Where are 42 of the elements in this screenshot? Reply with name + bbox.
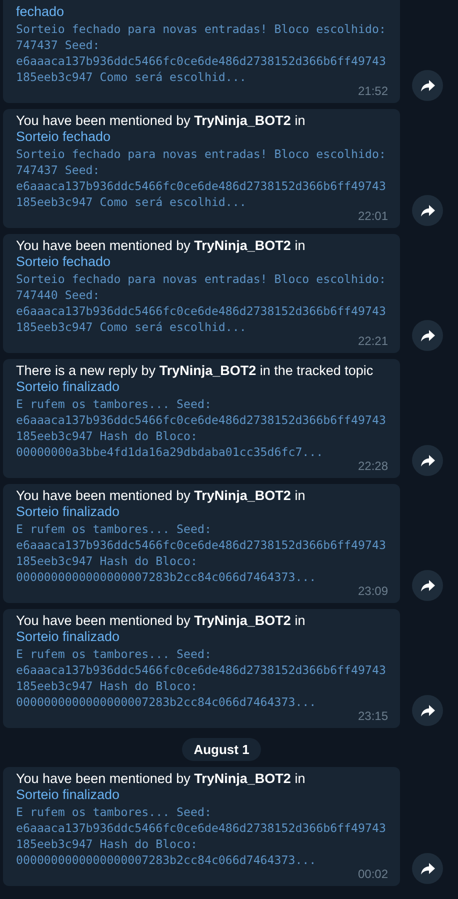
message-preview: Sorteio fechado para novas entradas! Bloco escolhido: 747440 Seed: e6aaaca137b936ddc5466fc0ce6de486d2738152d366b6ff49743185eeb3c947 Como será escolhid... bbox=[16, 271, 387, 335]
message-time: 21:52 bbox=[358, 85, 388, 98]
forward-icon bbox=[420, 454, 434, 466]
message-preview: E rufem os tambores... Seed: e6aaaca137b936ddc5466fc0ce6de486d2738152d366b6ff49743185eeb3c947 Hash do Bloco: 00000000a3bbe4fd1da16a29dbdaba01cc35d6fc7... bbox=[16, 396, 387, 460]
forward-button[interactable] bbox=[412, 853, 443, 884]
notification-text: You have been mentioned by TryNinja_BOT2 in Sorteio fechado bbox=[16, 113, 306, 145]
forward-icon bbox=[420, 330, 434, 342]
notification-text: You have been mentioned by TryNinja_BOT2 in Sorteio finalizado bbox=[16, 488, 306, 520]
topic-link[interactable]: Sorteio finalizado bbox=[16, 379, 120, 394]
message-time: 23:15 bbox=[358, 710, 388, 723]
topic-link[interactable]: Sorteio finalizado bbox=[16, 787, 120, 802]
message-time: 22:21 bbox=[358, 335, 388, 348]
message-preview: E rufem os tambores... Seed: e6aaaca137b936ddc5466fc0ce6de486d2738152d366b6ff49743185eeb3c947 Hash do Bloco: 0000000000000000007283b2cc84c066d7464373... bbox=[16, 521, 387, 585]
notification-text: You have been mentioned by TryNinja_BOT2 in Sorteio fechado bbox=[16, 238, 306, 270]
date-separator: August 1 bbox=[182, 738, 262, 761]
topic-link[interactable]: Sorteio fechado bbox=[16, 129, 111, 144]
topic-link[interactable]: Sorteio finalizado bbox=[16, 629, 120, 644]
forward-button[interactable] bbox=[412, 195, 443, 226]
forward-button[interactable] bbox=[412, 695, 443, 726]
forward-icon bbox=[420, 580, 434, 592]
forward-button[interactable] bbox=[412, 445, 443, 476]
message-time: 22:01 bbox=[358, 210, 388, 223]
notification-text: There is a new reply by TryNinja_BOT2 in the tracked topic Sorteio finalizado bbox=[16, 363, 374, 395]
forward-button[interactable] bbox=[412, 320, 443, 351]
topic-link[interactable]: Sorteio fechado bbox=[16, 254, 111, 269]
message-preview: E rufem os tambores... Seed: e6aaaca137b936ddc5466fc0ce6de486d2738152d366b6ff49743185eeb3c947 Hash do Bloco: 0000000000000000007283b2cc84c066d7464373... bbox=[16, 804, 387, 868]
message-preview: E rufem os tambores... Seed: e6aaaca137b936ddc5466fc0ce6de486d2738152d366b6ff49743185eeb3c947 Hash do Bloco: 0000000000000000007283b2cc84c066d7464373... bbox=[16, 646, 387, 710]
message-time: 23:09 bbox=[358, 585, 388, 598]
forward-icon bbox=[420, 862, 434, 874]
message-preview: Sorteio fechado para novas entradas! Bloco escolhido: 747437 Seed: e6aaaca137b936ddc5466fc0ce6de486d2738152d366b6ff49743185eeb3c947 Como será escolhid... bbox=[16, 21, 387, 85]
forward-button[interactable] bbox=[412, 70, 443, 101]
forward-icon bbox=[420, 204, 434, 216]
forward-button[interactable] bbox=[412, 570, 443, 601]
message-preview: Sorteio fechado para novas entradas! Bloco escolhido: 747437 Seed: e6aaaca137b936ddc5466fc0ce6de486d2738152d366b6ff49743185eeb3c947 Como será escolhid... bbox=[16, 146, 387, 210]
notification-text: You have been mentioned by TryNinja_BOT2 in Sorteio finalizado bbox=[16, 771, 306, 803]
message-time: 22:28 bbox=[358, 460, 388, 473]
forward-icon bbox=[420, 80, 434, 92]
topic-link[interactable]: Sorteio finalizado bbox=[16, 504, 120, 519]
forward-icon bbox=[420, 704, 434, 716]
topic-link[interactable]: fechado bbox=[16, 4, 64, 19]
message-time: 00:02 bbox=[358, 868, 388, 881]
notification-text: You have been mentioned by TryNinja_BOT2 in Sorteio finalizado bbox=[16, 613, 306, 645]
